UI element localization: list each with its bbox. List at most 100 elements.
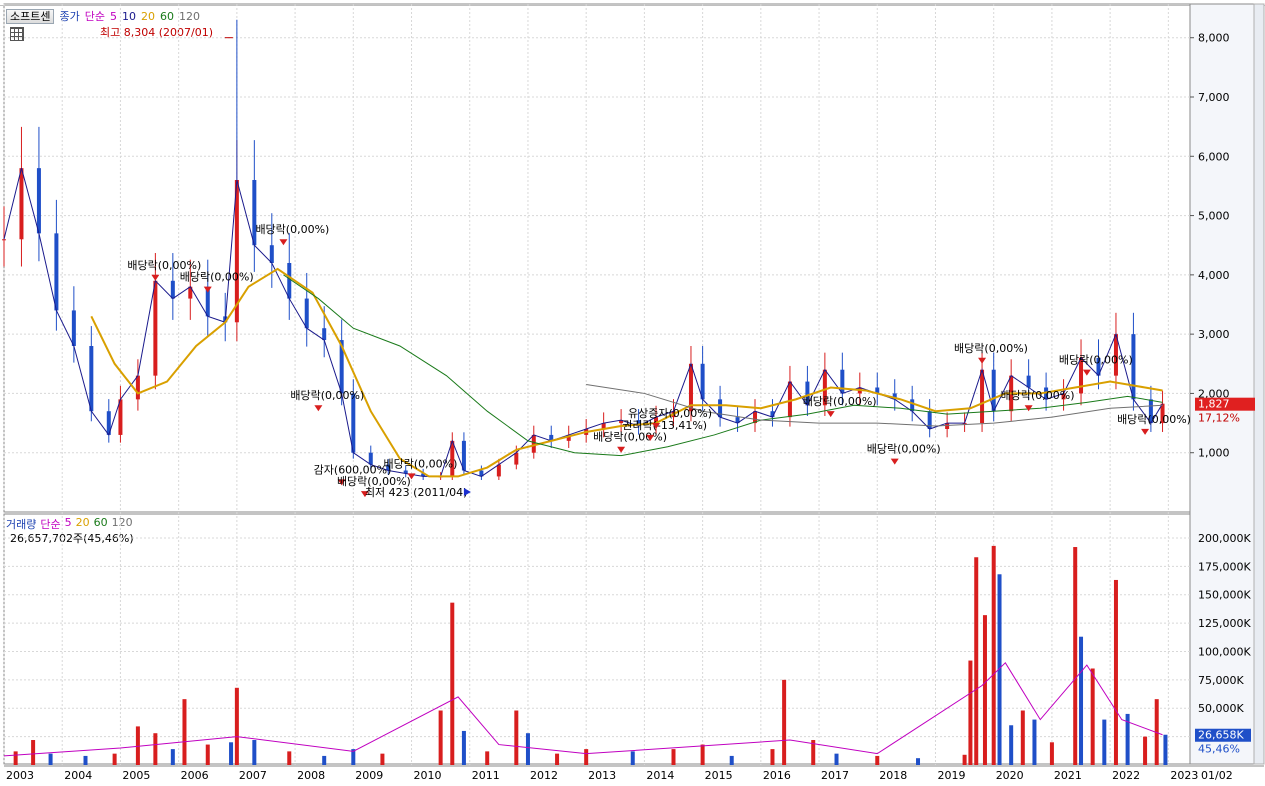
volume-bar	[170, 749, 175, 765]
event-annotation: 배당락(0,00%)	[954, 342, 1028, 355]
volume-bar	[234, 687, 239, 765]
x-tick-label: 2007	[239, 769, 267, 782]
x-tick-label: 2020	[996, 769, 1024, 782]
volume-bar	[1009, 725, 1014, 765]
volume-bar	[729, 755, 734, 765]
event-annotation: 배당락(0,00%)	[1117, 413, 1191, 426]
volume-bar	[1020, 710, 1025, 765]
candle-body	[962, 423, 967, 425]
x-tick-label: 2009	[355, 769, 383, 782]
x-tick-label: 2013	[588, 769, 616, 782]
volume-bar	[584, 749, 589, 765]
candle-body	[461, 440, 466, 471]
candle-body	[1131, 334, 1136, 400]
volume-bar	[982, 615, 987, 765]
volume-tick-label: 25,000K	[1198, 731, 1244, 744]
min-arrow-icon	[463, 488, 471, 496]
method-label: 단순	[84, 10, 105, 23]
candle-body	[170, 280, 175, 299]
candle-body	[368, 452, 373, 465]
grid-table-icon[interactable]	[10, 27, 24, 41]
candle-body	[1061, 393, 1066, 400]
volume-bar	[153, 733, 158, 765]
vertical-scrollbar[interactable]	[1253, 3, 1265, 765]
volume-tick-label: 100,000K	[1198, 645, 1251, 658]
price-tick-label: 2,000	[1198, 387, 1230, 400]
volume-bar	[1125, 713, 1130, 765]
current-change-label: 17,12%	[1198, 412, 1240, 425]
candle-body	[857, 387, 862, 394]
volume-bar	[135, 726, 140, 765]
current-volume-badge	[1195, 728, 1251, 742]
event-annotation: 유상증자(0,00%)	[628, 407, 712, 420]
candle-body	[19, 168, 24, 240]
candle-body	[36, 168, 41, 234]
volume-bar	[974, 557, 979, 765]
event-annotation: 감자(600,00%)	[314, 463, 392, 476]
event-arrow-icon	[1141, 428, 1150, 435]
volume-tick-label: 200,000K	[1198, 532, 1251, 545]
price-legend: 소프트센 종가 단순 5 10 20 60 120	[6, 8, 200, 24]
volume-bar	[13, 751, 18, 765]
x-tick-label: 2012	[530, 769, 558, 782]
ma120-line	[586, 384, 1163, 427]
price-panel-frame	[3, 3, 1191, 513]
event-arrow-icon	[203, 286, 212, 293]
candle-body	[619, 420, 624, 424]
candle-body	[106, 411, 111, 435]
x-tick-label: 2011	[472, 769, 500, 782]
lc-hc-readout: LC:331,91 HC:-78,00	[1193, 8, 1249, 32]
volume-bar	[968, 660, 973, 765]
volume-bar	[229, 742, 234, 765]
volume-bar	[287, 751, 292, 765]
candle-body	[54, 233, 59, 311]
max-price-label: 최고 8,304 (2007/01)	[100, 26, 214, 39]
candle-body	[1148, 399, 1153, 424]
candle-body	[514, 452, 519, 465]
volume-bar	[322, 755, 327, 765]
event-arrow-icon	[1024, 405, 1033, 412]
price-tick-label: 8,000	[1198, 32, 1230, 45]
candle-body	[351, 393, 356, 453]
price-tick-label: 3,000	[1198, 328, 1230, 341]
x-tick-label: 2003	[6, 769, 34, 782]
hc-label: HC:-78,00	[1193, 19, 1249, 32]
volume-bar	[700, 744, 705, 765]
price-volume-chart[interactable]: 1,000 2,000 3,000 4,000 5,000 6,000 7,000 8,000…	[0, 0, 1265, 786]
candle-body	[1026, 375, 1031, 388]
ma60-line	[283, 274, 1163, 457]
event-annotation: 배당락(0,00%)	[180, 271, 254, 284]
volume-tick-label: 75,000K	[1198, 674, 1244, 687]
event-arrow-icon	[337, 479, 346, 486]
ma120-label: 120	[178, 9, 200, 23]
candle-body	[636, 420, 641, 427]
volume-bar	[48, 753, 53, 765]
event-annotation: 배당락(0,00%)	[803, 395, 877, 408]
candle-body	[840, 369, 845, 394]
candle-body	[304, 298, 309, 329]
volume-ma-line	[3, 662, 1163, 757]
event-arrow-icon	[978, 357, 987, 364]
candle-body	[450, 440, 455, 477]
candle-body	[252, 180, 257, 246]
volume-bar	[997, 574, 1002, 765]
symbol-tab[interactable]: 소프트센	[6, 8, 55, 24]
volume-tick-label: 50,000K	[1198, 702, 1244, 715]
event-arrow-icon	[1082, 369, 1091, 376]
min-price-label: 최저 423 (2011/04)	[365, 486, 468, 499]
x-tick-label: 2016	[763, 769, 791, 782]
candle-body	[188, 286, 193, 299]
candle-body	[927, 411, 932, 429]
event-annotation: 배당락(0,00%)	[255, 223, 329, 236]
candle-body	[287, 263, 292, 299]
current-volume-ratio: 45,46%	[1198, 743, 1240, 756]
candle-body	[135, 375, 140, 400]
candle-body	[991, 369, 996, 412]
volume-bar	[782, 679, 787, 765]
event-arrow-icon	[151, 274, 160, 281]
candle-body	[549, 434, 554, 441]
chart-window: 소프트센 종가 단순 5 10 20 60 120 최고 8,304 (2007…	[0, 0, 1265, 786]
event-annotation: 배당락(0,00%)	[127, 259, 201, 272]
candle-body	[479, 470, 484, 477]
candle-body	[753, 411, 758, 424]
